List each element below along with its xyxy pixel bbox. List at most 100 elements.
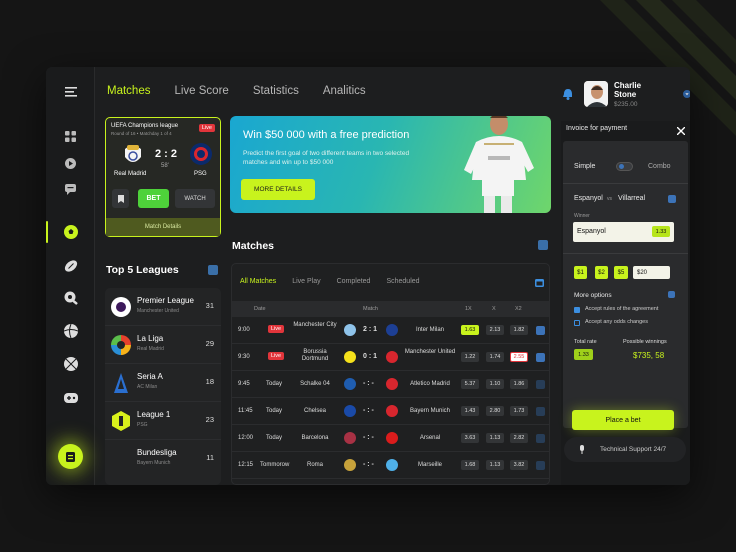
odd-x[interactable]: 1.13: [486, 433, 504, 443]
watch-button[interactable]: WATCH: [175, 189, 215, 208]
seria-a-logo-icon: [111, 372, 131, 393]
remove-bet-icon[interactable]: [668, 195, 676, 203]
table-row[interactable]: 12:00 Today Barcelona - : - Arsenal 3.63 1.13 2…: [232, 425, 549, 452]
table-row[interactable]: 9:45 Today Schalke 04 - : - Atletico Madrid 5…: [232, 371, 549, 398]
menu-icon[interactable]: [46, 80, 95, 104]
more-details-button[interactable]: MORE DETAILS: [241, 179, 315, 200]
simple-combo-toggle[interactable]: [616, 162, 633, 171]
support-label: Technical Support 24/7: [600, 446, 667, 453]
bet-button[interactable]: BET: [138, 189, 169, 208]
league-sub: Bayern Munich: [137, 460, 171, 466]
row-action-icon[interactable]: [536, 326, 545, 335]
odd-1x[interactable]: 1.63: [461, 325, 479, 335]
matches-tabs: All Matches Live Play Completed Schedule…: [240, 278, 420, 285]
col-x2: X2: [515, 306, 522, 312]
support-button[interactable]: Technical Support 24/7: [564, 437, 686, 462]
table-row[interactable]: 9:00 Live Manchester City 2 : 1 Inter Milan 1…: [232, 317, 549, 344]
odd-1x[interactable]: 1.43: [461, 406, 479, 416]
notification-icon[interactable]: [563, 88, 573, 100]
odd-1x[interactable]: 5.37: [461, 379, 479, 389]
odd-1x[interactable]: 3.63: [461, 433, 479, 443]
odd-x[interactable]: 1.74: [486, 352, 504, 362]
league-item-la-liga[interactable]: La Liga Real Madrid 29: [105, 326, 221, 364]
user-name: Charlie Stone: [613, 80, 642, 99]
odd-1x[interactable]: 1.22: [461, 352, 479, 362]
match-time: 11:45: [238, 408, 253, 414]
odd-x[interactable]: 2.80: [486, 406, 504, 416]
league-item-premier-league[interactable]: Premier League Manchester United 31: [105, 288, 221, 326]
bookmark-button[interactable]: [112, 189, 129, 208]
amount-input[interactable]: $20: [633, 266, 670, 279]
odd-x2[interactable]: 1.73: [510, 406, 528, 416]
user-area: Charlie Stone $235.00: [563, 80, 690, 108]
odd-x2[interactable]: 2.82: [510, 433, 528, 443]
hockey-icon[interactable]: [46, 286, 95, 310]
odd-x2[interactable]: 2.55: [510, 352, 528, 362]
tab-live-play[interactable]: Live Play: [292, 278, 320, 285]
calendar-icon[interactable]: [535, 278, 544, 287]
tab-live-score[interactable]: Live Score: [174, 85, 228, 97]
match-score: - : -: [363, 380, 374, 387]
la-liga-logo-icon: [111, 334, 131, 355]
table-row[interactable]: 9:30 Live Borussia Dortmund 0 : 1 Manchester…: [232, 344, 549, 371]
basketball-icon[interactable]: [46, 352, 95, 376]
bet-home-team: Espanyol: [574, 195, 603, 202]
accept-rules-checkbox[interactable]: [574, 307, 580, 313]
row-action-icon[interactable]: [536, 353, 545, 362]
tab-completed[interactable]: Completed: [337, 278, 371, 285]
league-item-bundesliga[interactable]: Bundesliga Bayern Munich 11: [105, 440, 221, 478]
soccer-icon[interactable]: [46, 220, 95, 244]
volleyball-icon[interactable]: [46, 319, 95, 343]
match-minute: 58': [161, 163, 169, 169]
amount-chip-5[interactable]: $5: [614, 266, 628, 279]
psg-crest-icon: [190, 143, 212, 165]
football-icon[interactable]: [46, 254, 95, 278]
league-item-seria-a[interactable]: Seria A AC Milan 18: [105, 364, 221, 402]
tab-analitics[interactable]: Analitics: [323, 85, 366, 97]
match-time: 12:15: [238, 462, 254, 468]
tab-scheduled[interactable]: Scheduled: [386, 278, 419, 285]
table-row[interactable]: 11:45 Today Chelsea - : - Bayern Munich 1.43 2…: [232, 398, 549, 425]
row-action-icon[interactable]: [536, 434, 545, 443]
row-action-icon[interactable]: [536, 407, 545, 416]
invoice-title: Invoice for payment: [566, 125, 628, 132]
match-details-button[interactable]: Match Details: [106, 218, 220, 236]
user-menu-icon[interactable]: [682, 90, 690, 98]
accept-odds-checkbox[interactable]: [574, 320, 580, 326]
winner-odd: 1.33: [652, 226, 670, 237]
winner-select[interactable]: Espanyol 1.33: [573, 222, 674, 242]
bet-slip-button[interactable]: [58, 444, 83, 469]
promo-subtitle: Predict the first goal of two different …: [243, 150, 410, 166]
live-badge: Live: [268, 325, 285, 333]
place-bet-button[interactable]: Place a bet: [572, 410, 674, 430]
table-row[interactable]: 12:15 Tommorow Roma - : - Marseille 1.68 1.13 3…: [232, 452, 549, 479]
odd-x2[interactable]: 1.86: [510, 379, 528, 389]
more-options-icon[interactable]: [668, 291, 675, 298]
row-action-icon[interactable]: [536, 380, 545, 389]
gamepad-icon[interactable]: [46, 386, 95, 410]
winner-label: Winner: [574, 213, 590, 219]
odd-1x[interactable]: 1.68: [461, 460, 479, 470]
play-icon[interactable]: [46, 151, 95, 175]
col-match: Match: [363, 306, 378, 312]
odd-x[interactable]: 2.13: [486, 325, 504, 335]
odd-x2[interactable]: 3.82: [510, 460, 528, 470]
league-item-league-1[interactable]: League 1 PSG 23: [105, 402, 221, 440]
odd-x[interactable]: 1.10: [486, 379, 504, 389]
leagues-options-icon[interactable]: [208, 265, 218, 275]
matches-options-icon[interactable]: [538, 240, 548, 250]
tab-matches[interactable]: Matches: [107, 85, 150, 97]
row-action-icon[interactable]: [536, 461, 545, 470]
tab-all-matches[interactable]: All Matches: [240, 278, 276, 285]
amount-chip-1[interactable]: $1: [574, 266, 587, 279]
odd-x[interactable]: 1.13: [486, 460, 504, 470]
odd-x2[interactable]: 1.82: [510, 325, 528, 335]
avatar[interactable]: [584, 81, 608, 107]
amount-chip-2[interactable]: $2: [595, 266, 608, 279]
tab-statistics[interactable]: Statistics: [253, 85, 299, 97]
close-icon[interactable]: [677, 127, 685, 135]
chat-icon[interactable]: [46, 177, 95, 201]
leagues-list: Premier League Manchester United 31 La L…: [105, 288, 221, 485]
dashboard-icon[interactable]: [46, 124, 95, 148]
match-score: - : -: [363, 407, 374, 414]
